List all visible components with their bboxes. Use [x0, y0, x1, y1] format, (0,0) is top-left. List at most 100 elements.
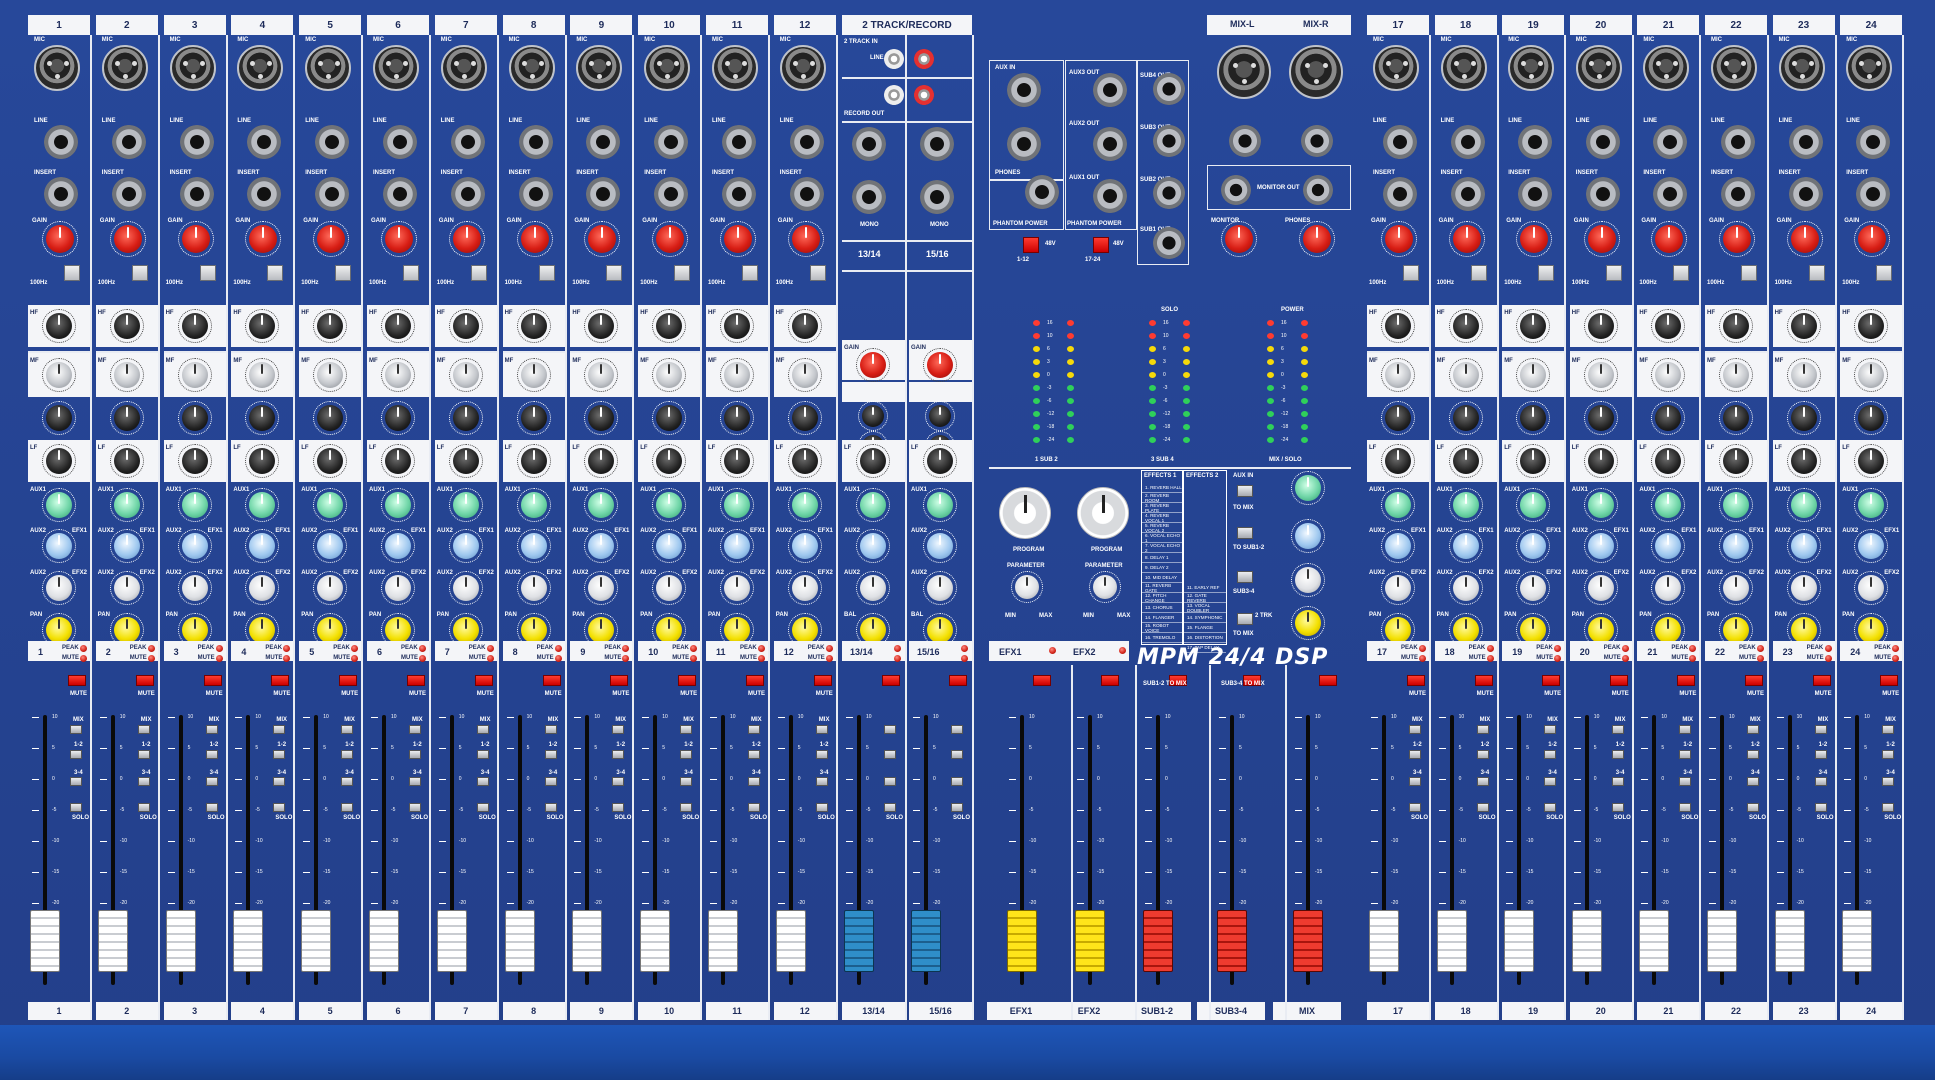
mute-button[interactable] [1474, 675, 1493, 686]
line-input-jack[interactable] [1721, 125, 1755, 159]
aux1-knob[interactable] [1790, 492, 1817, 518]
lf-knob[interactable] [791, 448, 818, 474]
sub34-assign-button[interactable] [680, 777, 693, 786]
sub34-assign-button[interactable] [1544, 777, 1557, 786]
aux1-knob[interactable] [791, 492, 818, 518]
efx2-knob[interactable] [385, 575, 411, 601]
hpf-button[interactable] [64, 265, 80, 281]
line-input-jack[interactable] [44, 125, 78, 159]
mix-assign-button[interactable] [748, 725, 760, 734]
efx1-knob[interactable] [317, 533, 344, 559]
phantom-switch-2[interactable] [1093, 237, 1109, 253]
insert-jack[interactable] [383, 177, 417, 211]
efx2-knob[interactable] [46, 575, 72, 601]
phones-jack[interactable] [1025, 175, 1059, 209]
mf-freq-knob[interactable] [1858, 362, 1885, 388]
mic-input-xlr[interactable] [712, 45, 758, 91]
mix-assign-button[interactable] [1882, 725, 1895, 734]
mute-button[interactable] [882, 675, 900, 686]
pan-knob[interactable] [1723, 617, 1749, 643]
solo-button[interactable] [1611, 803, 1624, 812]
efx2-knob[interactable] [860, 575, 886, 601]
aux1-knob[interactable] [452, 492, 479, 518]
channel-fader-cap[interactable] [436, 910, 467, 972]
mf-gain-knob[interactable] [385, 405, 411, 431]
pan-knob[interactable] [452, 617, 479, 643]
sub34-assign-button[interactable] [273, 777, 286, 786]
line-input-jack[interactable] [247, 125, 282, 159]
pan-knob[interactable] [1790, 617, 1817, 643]
efx2-program-dial[interactable] [1077, 487, 1129, 539]
sub34-assign-button[interactable] [476, 777, 489, 786]
mute-button[interactable] [135, 675, 154, 686]
hpf-button[interactable] [335, 265, 352, 281]
lf-knob[interactable] [113, 448, 140, 474]
sub4-out-jack[interactable] [1153, 73, 1185, 105]
sub34-assign-button[interactable] [951, 777, 963, 786]
solo-button[interactable] [70, 803, 82, 812]
efx2-knob[interactable] [181, 575, 208, 601]
efx1-knob[interactable] [1452, 533, 1479, 559]
aux-in-return-knob[interactable] [1295, 475, 1321, 501]
gain-knob[interactable] [1520, 225, 1549, 253]
mf-gain-knob[interactable] [656, 405, 683, 431]
mf-freq-knob[interactable] [1452, 362, 1479, 388]
aux1-knob[interactable] [113, 492, 140, 518]
efx2-knob[interactable] [927, 575, 953, 601]
aux1-knob[interactable] [1385, 492, 1411, 518]
sub34-assign-button[interactable] [1679, 777, 1692, 786]
sub12-assign-button[interactable] [1409, 750, 1421, 759]
aux1-knob[interactable] [927, 492, 953, 518]
mix-assign-button[interactable] [680, 725, 693, 734]
mute-button[interactable] [68, 675, 86, 686]
mic-input-xlr[interactable] [1508, 45, 1555, 91]
lf-knob[interactable] [1452, 448, 1479, 474]
solo-button[interactable] [680, 803, 693, 812]
mic-input-xlr[interactable] [576, 45, 623, 91]
efx2-parameter-knob[interactable] [1093, 575, 1117, 599]
mic-input-xlr[interactable] [508, 45, 555, 91]
efx2-knob[interactable] [1790, 575, 1817, 601]
insert-jack[interactable] [1585, 177, 1620, 211]
mix-assign-button[interactable] [1611, 725, 1624, 734]
gain-knob[interactable] [520, 225, 549, 253]
efx1-knob[interactable] [1790, 533, 1817, 559]
sub1-out-jack[interactable] [1153, 227, 1185, 259]
sub34-assign-button[interactable] [1476, 777, 1489, 786]
aux1-knob[interactable] [317, 492, 344, 518]
efx1-knob[interactable] [520, 533, 547, 559]
mute-button[interactable] [1745, 675, 1763, 686]
mix-r-jack-out[interactable] [1301, 125, 1333, 157]
mute-button[interactable] [678, 675, 697, 686]
mix-assign-button[interactable] [476, 725, 489, 734]
efx1-knob[interactable] [791, 533, 818, 559]
insert-jack[interactable] [111, 177, 146, 211]
channel-fader-cap[interactable] [708, 910, 738, 972]
master-fader-efx1-cap[interactable] [1007, 910, 1037, 972]
sub12-assign-button[interactable] [273, 750, 286, 759]
mic-input-xlr[interactable] [305, 45, 352, 91]
lf-knob[interactable] [724, 448, 750, 474]
mix-assign-button[interactable] [341, 725, 354, 734]
pan-knob[interactable] [385, 617, 411, 643]
mic-input-xlr[interactable] [101, 45, 148, 91]
channel-fader-cap[interactable] [1436, 910, 1467, 972]
hf-knob[interactable] [317, 313, 344, 339]
sub34-assign-button[interactable] [1747, 777, 1759, 786]
insert-jack[interactable] [1788, 177, 1823, 211]
sub34-assign-button[interactable] [884, 777, 896, 786]
sub12-assign-button[interactable] [1611, 750, 1624, 759]
efx2-knob[interactable] [113, 575, 140, 601]
efx1-knob[interactable] [1723, 533, 1749, 559]
solo-button[interactable] [1544, 803, 1557, 812]
efx1-knob[interactable] [113, 533, 140, 559]
pan-knob[interactable] [1520, 617, 1547, 643]
mic-input-xlr[interactable] [440, 45, 487, 91]
lf-knob[interactable] [1723, 448, 1749, 474]
gain-knob[interactable] [452, 225, 481, 253]
lf-knob[interactable] [927, 448, 953, 474]
line-input-jack[interactable] [1383, 125, 1417, 159]
hf-knob[interactable] [46, 313, 72, 339]
bal-knob[interactable] [860, 617, 886, 643]
mix-assign-button[interactable] [137, 725, 150, 734]
